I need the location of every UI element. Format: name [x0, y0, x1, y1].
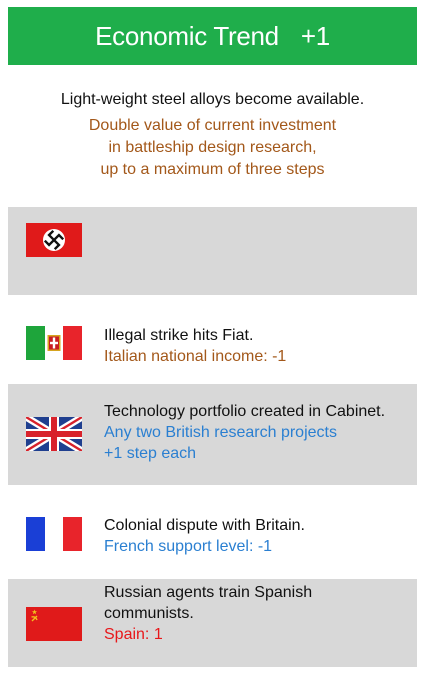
event-row-britain: Technology portfolio created in Cabinet.…	[8, 384, 417, 485]
british-flag-icon	[26, 417, 82, 451]
event-effect-line: Any two British research projects	[104, 424, 337, 441]
event-text-britain: Technology portfolio created in Cabinet.…	[104, 401, 411, 464]
event-description-line: communists.	[104, 605, 194, 622]
german-flag-icon	[26, 223, 82, 257]
event-description: Technology portfolio created in Cabinet.	[104, 403, 386, 420]
event-effect: French support level: -1	[104, 538, 273, 555]
event-text-soviet: Russian agents train Spanish communists.…	[104, 582, 411, 645]
trend-effect-line: Double value of current investment	[88, 117, 337, 134]
italian-flag-icon	[26, 326, 82, 360]
economic-trend-card: Economic Trend +1 Light-weight steel all…	[8, 7, 417, 667]
event-description-line: Russian agents train Spanish	[104, 584, 313, 601]
event-text-france: Colonial dispute with Britain. French su…	[104, 515, 411, 557]
event-row-soviet: Russian agents train Spanish communists.…	[8, 579, 417, 667]
event-description: Illegal strike hits Fiat.	[104, 327, 254, 344]
event-description: Colonial dispute with Britain.	[104, 517, 305, 534]
trend-section: Light-weight steel alloys become availab…	[8, 65, 417, 207]
trend-effect-line: in battleship design research,	[108, 139, 317, 156]
trend-description: Light-weight steel alloys become availab…	[60, 91, 365, 108]
trend-effect-line: up to a maximum of three steps	[100, 161, 325, 178]
event-row-germany	[8, 207, 417, 295]
event-row-italy: Illegal strike hits Fiat. Italian nation…	[8, 295, 417, 384]
event-effect: Italian national income: -1	[104, 348, 287, 365]
event-text-italy: Illegal strike hits Fiat. Italian nation…	[104, 325, 411, 367]
soviet-flag-icon	[26, 607, 82, 641]
header-title: Economic Trend	[95, 20, 279, 51]
trend-effect: Double value of current investment in ba…	[8, 115, 417, 181]
event-effect: Spain: 1	[104, 626, 163, 643]
french-flag-icon	[26, 517, 82, 551]
event-row-france: Colonial dispute with Britain. French su…	[8, 485, 417, 579]
card-header: Economic Trend +1	[8, 7, 417, 65]
event-effect-line: +1 step each	[104, 445, 197, 462]
header-value: +1	[300, 20, 330, 51]
